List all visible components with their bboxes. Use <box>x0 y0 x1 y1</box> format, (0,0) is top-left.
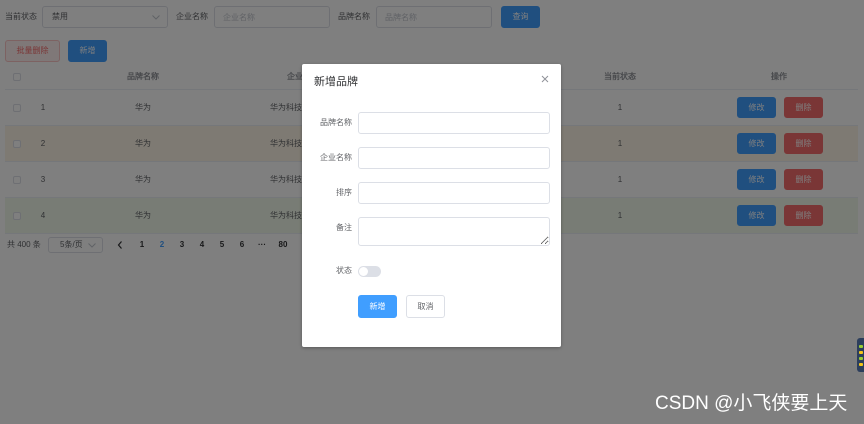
order-label: 排序 <box>336 188 352 197</box>
dialog-title: 新增品牌 <box>314 76 358 88</box>
remark-label: 备注 <box>336 223 352 232</box>
add-brand-dialog: 新增品牌 品牌名称 企业名称 排序 备注 状态 新增 取消 <box>302 64 561 347</box>
widget-indicator <box>859 363 863 366</box>
status-label: 状态 <box>336 266 352 275</box>
order-field[interactable] <box>358 182 550 204</box>
switch-knob <box>359 267 368 276</box>
widget-indicator <box>859 345 863 348</box>
submit-button[interactable]: 新增 <box>358 295 397 318</box>
company-name-label: 企业名称 <box>320 153 352 162</box>
widget-indicator <box>859 351 863 354</box>
remark-textarea[interactable] <box>358 217 550 246</box>
close-icon[interactable] <box>541 75 549 83</box>
brand-management-page: 当前状态 禁用 企业名称 品牌名称 查询 批量删除 新增 品牌名称 企业 当前状… <box>0 0 864 424</box>
brand-name-label: 品牌名称 <box>320 118 352 127</box>
cancel-button[interactable]: 取消 <box>406 295 445 318</box>
brand-name-field[interactable] <box>358 112 550 134</box>
watermark: CSDN @小飞侠要上天 <box>655 393 848 414</box>
status-switch[interactable] <box>358 266 381 277</box>
widget-indicator <box>859 357 863 360</box>
company-name-field[interactable] <box>358 147 550 169</box>
floating-widget[interactable] <box>857 338 864 372</box>
